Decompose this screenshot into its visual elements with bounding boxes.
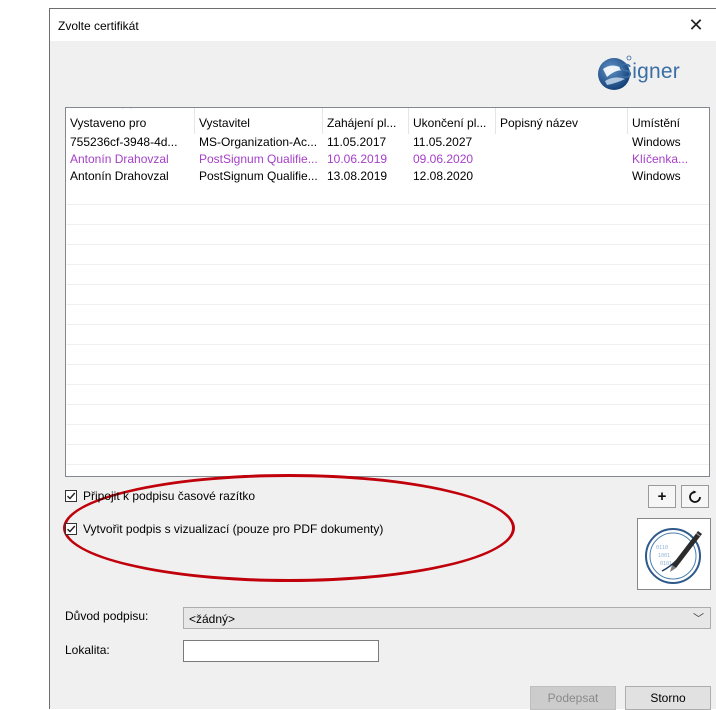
friendly-name-cell: [496, 151, 628, 168]
empty-list-row: [66, 465, 709, 476]
issued-to-cell: Antonín Drahovzal: [70, 152, 169, 166]
empty-list-row: [66, 265, 709, 285]
close-button[interactable]: ✕: [676, 9, 716, 41]
sort-ascending-icon: ︿: [122, 108, 132, 112]
empty-list-row: [66, 445, 709, 465]
visualization-checkbox[interactable]: [65, 523, 77, 535]
column-header-issued-to[interactable]: ︿ Vystaveno pro: [66, 108, 195, 134]
issuer-cell: MS-Organization-Ac...: [199, 135, 318, 149]
visualization-label: Vytvořit podpis s vizualizací (pouze pro…: [83, 522, 384, 536]
empty-list-row: [66, 185, 709, 205]
refresh-icon: [689, 490, 701, 503]
title-bar: Zvolte certifikát ✕: [50, 9, 716, 41]
friendly-name-cell: [496, 168, 628, 185]
certificate-row[interactable]: Antonín Drahovzal PostSignum Qualifie... 1…: [66, 151, 709, 168]
valid-from-cell: 13.08.2019: [327, 169, 388, 183]
chevron-down-icon: ﹀: [693, 613, 704, 625]
visualization-option[interactable]: Vytvořit podpis s vizualizací (pouze pro…: [65, 522, 383, 536]
list-body: 755236cf-3948-4d... MS-Organization-Ac...…: [66, 134, 709, 476]
cancel-button[interactable]: Storno: [625, 686, 711, 710]
certificate-row[interactable]: 755236cf-3948-4d... MS-Organization-Ac...…: [66, 134, 709, 151]
column-header-location[interactable]: Umístění: [628, 108, 709, 134]
signature-pen-icon: 0110 1001 0101: [645, 528, 702, 584]
friendly-name-cell: [496, 134, 628, 151]
location-cell: Windows: [632, 135, 681, 149]
location-cell: Windows: [632, 169, 681, 183]
column-header-issuer[interactable]: Vystavitel: [195, 108, 323, 134]
list-header: ︿ Vystaveno pro Vystavitel Zahájení pl..…: [66, 108, 709, 134]
svg-text:0110: 0110: [656, 545, 668, 551]
add-certificate-button[interactable]: +: [648, 485, 676, 508]
valid-from-cell: 11.05.2017: [327, 135, 387, 149]
issued-to-cell: Antonín Drahovzal: [70, 169, 169, 183]
empty-list-row: [66, 225, 709, 245]
timestamp-option[interactable]: Připojit k podpisu časové razítko: [65, 489, 255, 503]
empty-list-row: [66, 245, 709, 265]
issuer-cell: PostSignum Qualifie...: [199, 169, 318, 183]
issuer-cell: PostSignum Qualifie...: [199, 152, 318, 166]
close-icon: ✕: [688, 14, 704, 35]
refresh-button[interactable]: [681, 485, 709, 508]
location-cell: Klíčenka...: [632, 152, 689, 166]
empty-list-row: [66, 425, 709, 445]
valid-from-cell: 10.06.2019: [327, 152, 388, 166]
valid-to-cell: 11.05.2027: [413, 135, 473, 149]
empty-list-row: [66, 305, 709, 325]
reason-selected-value: <žádný>: [189, 612, 236, 626]
sign-button[interactable]: Podepsat: [530, 686, 616, 710]
column-header-valid-to[interactable]: Ukončení pl...: [409, 108, 496, 134]
issued-to-cell: 755236cf-3948-4d...: [70, 135, 178, 149]
svg-text:1001: 1001: [658, 553, 670, 559]
location-label: Lokalita:: [65, 643, 110, 657]
signature-visualization-image[interactable]: 0110 1001 0101: [637, 518, 711, 590]
valid-to-cell: 09.06.2020: [413, 152, 474, 166]
timestamp-label: Připojit k podpisu časové razítko: [83, 489, 256, 503]
checkmark-icon: [67, 492, 76, 500]
logo-text: Signer: [618, 60, 680, 83]
reason-dropdown[interactable]: <žádný> ﹀: [183, 607, 711, 629]
certificate-row[interactable]: Antonín Drahovzal PostSignum Qualifie... 1…: [66, 168, 709, 185]
empty-list-row: [66, 405, 709, 425]
certificate-list[interactable]: ︿ Vystaveno pro Vystavitel Zahájení pl..…: [65, 107, 710, 477]
reason-label: Důvod podpisu:: [65, 609, 149, 623]
plus-icon: +: [657, 488, 667, 505]
empty-list-row: [66, 365, 709, 385]
certificate-dialog: Zvolte certifikát ✕ Signer ︿ Vystaveno p…: [49, 8, 716, 710]
empty-list-row: [66, 385, 709, 405]
location-input[interactable]: [183, 640, 379, 662]
checkmark-icon: [67, 525, 76, 533]
dialog-title: Zvolte certifikát: [58, 19, 139, 33]
empty-list-row: [66, 325, 709, 345]
timestamp-checkbox[interactable]: [65, 490, 77, 502]
empty-list-row: [66, 345, 709, 365]
valid-to-cell: 12.08.2020: [413, 169, 474, 183]
column-header-valid-from[interactable]: Zahájení pl...: [323, 108, 409, 134]
empty-list-row: [66, 285, 709, 305]
column-header-friendly-name[interactable]: Popisný název: [496, 108, 628, 134]
empty-list-row: [66, 205, 709, 225]
